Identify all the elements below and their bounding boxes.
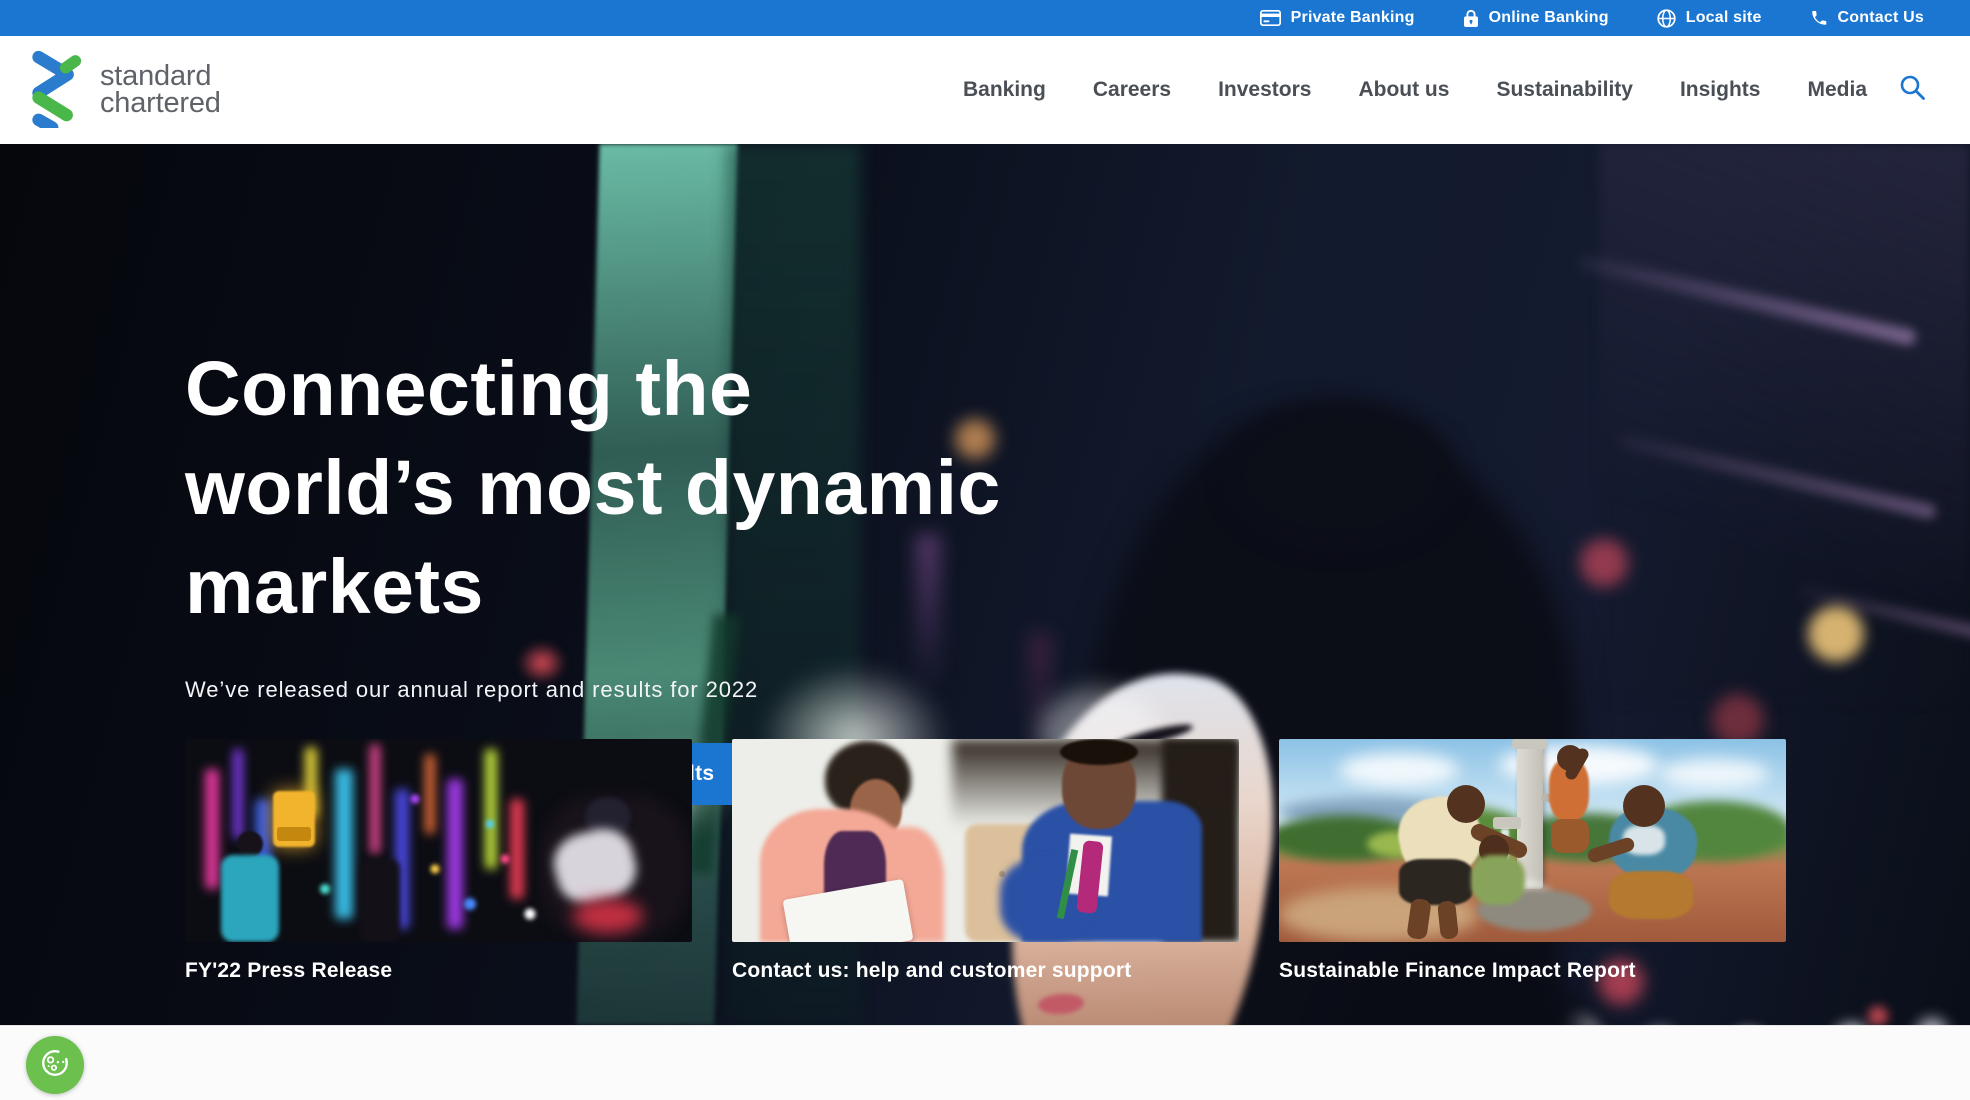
nav-item-investors[interactable]: Investors — [1218, 78, 1311, 102]
lock-icon — [1463, 9, 1479, 28]
sc-trustmark-icon — [28, 48, 84, 133]
bokeh-light — [1916, 1018, 1948, 1025]
nav-item-sustainability[interactable]: Sustainability — [1496, 78, 1633, 102]
search-icon — [1899, 74, 1926, 106]
private-banking-label: Private Banking — [1291, 9, 1415, 27]
nav-item-careers[interactable]: Careers — [1093, 78, 1171, 102]
card-image-city-night — [185, 739, 692, 942]
bokeh-light — [1868, 1006, 1888, 1025]
page-bottom-strip — [0, 1025, 1970, 1100]
bokeh-light — [1580, 539, 1628, 587]
nav-item-media[interactable]: Media — [1807, 78, 1867, 102]
search-button[interactable] — [1899, 74, 1926, 106]
feature-cards: FY'22 Press Release — [185, 739, 1786, 983]
nav-item-banking[interactable]: Banking — [963, 78, 1046, 102]
main-header: standard chartered Banking Careers Inves… — [0, 36, 1970, 144]
bokeh-light — [1808, 606, 1864, 662]
hero-heading-line: Connecting the — [185, 340, 1001, 439]
card-contact-us[interactable]: Contact us: help and customer support — [732, 739, 1239, 983]
card-icon — [1260, 10, 1281, 26]
hero-content: Connecting the world’s most dynamic mark… — [185, 340, 1001, 805]
main-nav: Banking Careers Investors About us Susta… — [963, 78, 1867, 102]
contact-us-link[interactable]: Contact Us — [1810, 9, 1924, 27]
pump-spout — [1493, 817, 1521, 829]
hero-subtitle: We’ve released our annual report and res… — [185, 677, 1001, 703]
card-caption: FY'22 Press Release — [185, 959, 692, 983]
online-banking-label: Online Banking — [1489, 9, 1609, 27]
hero-banner: Connecting the world’s most dynamic mark… — [0, 144, 1970, 1025]
pedestrian-silhouette — [237, 831, 263, 857]
logo-wordmark: standard chartered — [100, 63, 221, 117]
woman-hair — [1225, 399, 1455, 549]
cookie-settings-button[interactable] — [26, 1036, 84, 1094]
logo-word-chartered: chartered — [100, 90, 221, 117]
hero-heading-line: world’s most dynamic — [185, 439, 1001, 538]
nav-item-insights[interactable]: Insights — [1680, 78, 1761, 102]
card-caption: Sustainable Finance Impact Report — [1279, 959, 1786, 983]
utility-bar: Private Banking Online Banking Local sit… — [0, 0, 1970, 36]
nav-item-about-us[interactable]: About us — [1358, 78, 1449, 102]
globe-icon — [1657, 9, 1676, 28]
private-banking-link[interactable]: Private Banking — [1260, 9, 1415, 27]
cookie-icon — [38, 1046, 72, 1085]
logo-word-standard: standard — [100, 63, 221, 90]
card-sustainable-finance[interactable]: Sustainable Finance Impact Report — [1279, 739, 1786, 983]
card-image-office-meeting — [732, 739, 1239, 942]
standard-chartered-logo[interactable]: standard chartered — [28, 48, 221, 133]
hero-heading-line: markets — [185, 538, 1001, 637]
local-site-link[interactable]: Local site — [1657, 9, 1762, 28]
contact-us-label: Contact Us — [1838, 9, 1924, 27]
hero-heading: Connecting the world’s most dynamic mark… — [185, 340, 1001, 637]
local-site-label: Local site — [1686, 9, 1762, 27]
online-banking-link[interactable]: Online Banking — [1463, 9, 1609, 28]
standard-chartered-homepage: Private Banking Online Banking Local sit… — [0, 0, 1970, 1100]
card-caption: Contact us: help and customer support — [732, 959, 1239, 983]
card-image-water-pump — [1279, 739, 1786, 942]
card-fy22-press-release[interactable]: FY'22 Press Release — [185, 739, 692, 983]
phone-icon — [1810, 9, 1828, 27]
